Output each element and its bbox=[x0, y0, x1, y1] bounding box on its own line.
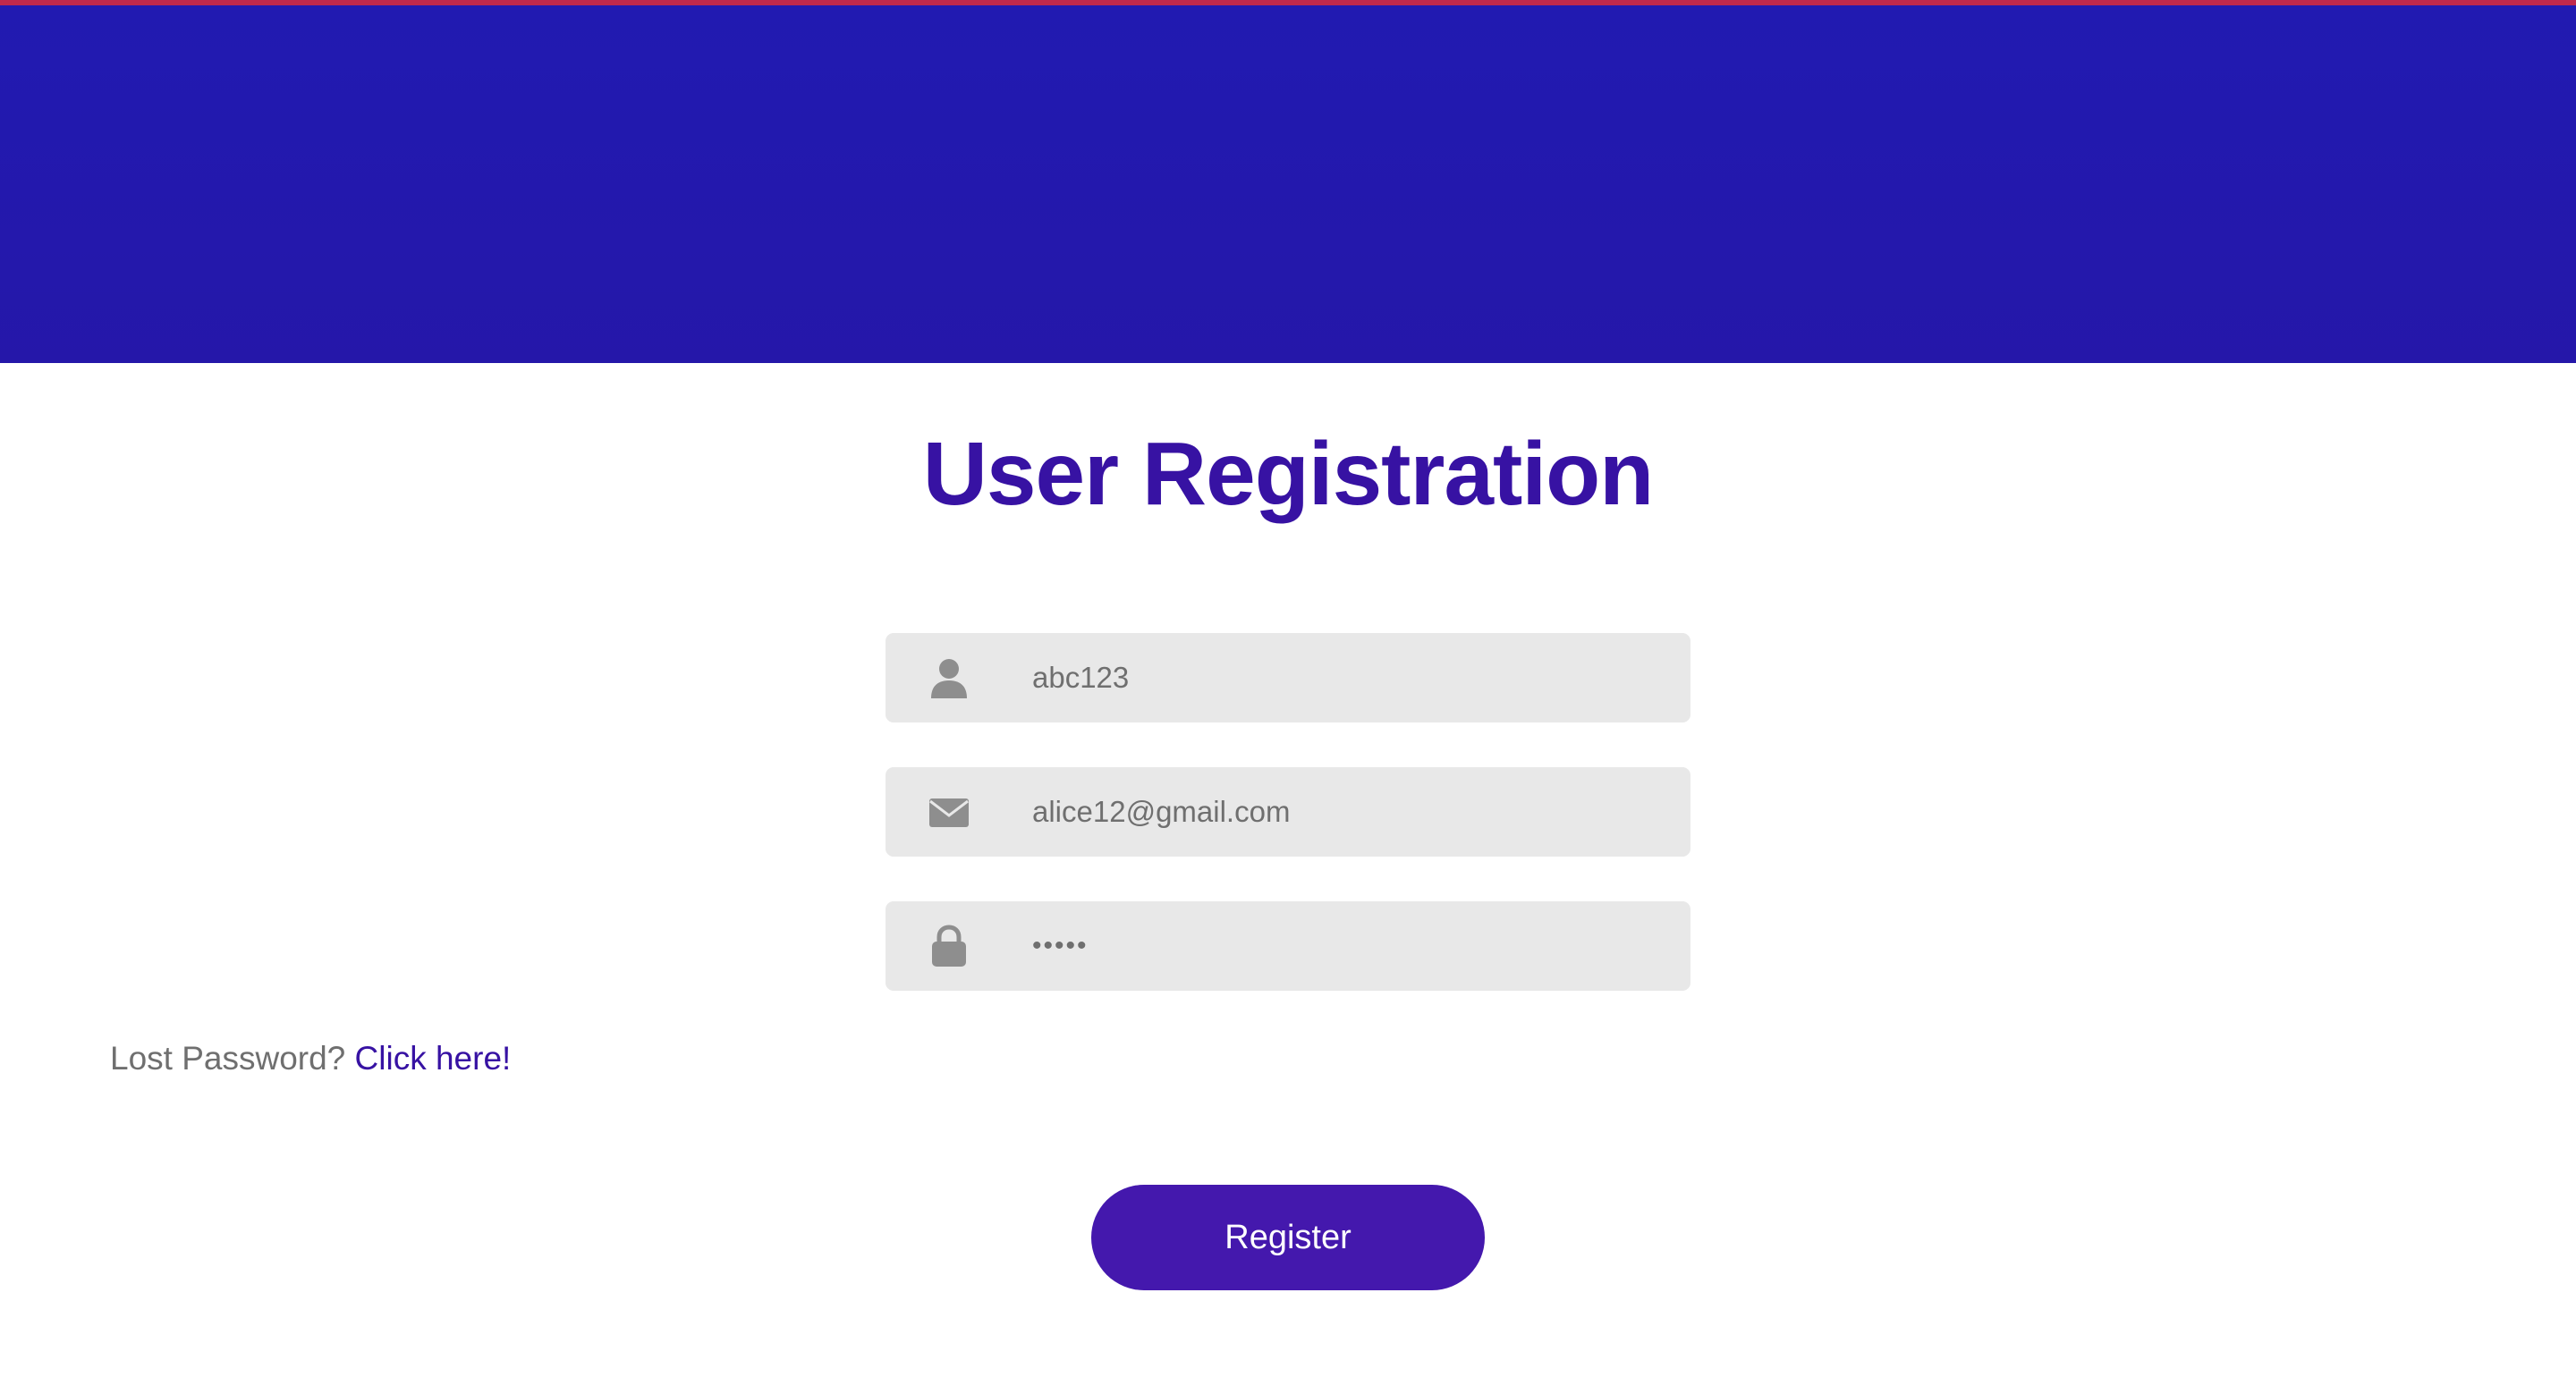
registration-page: User Registration Lost Password? bbox=[0, 0, 2576, 1394]
email-field bbox=[886, 767, 1690, 857]
lock-icon bbox=[932, 925, 966, 967]
header-banner bbox=[0, 5, 2576, 363]
user-icon bbox=[931, 659, 967, 698]
email-input[interactable] bbox=[1032, 767, 1658, 857]
password-input[interactable] bbox=[1032, 901, 1658, 991]
lost-password-prompt: Lost Password? bbox=[110, 1040, 346, 1077]
lost-password-link[interactable]: Click here! bbox=[355, 1040, 512, 1077]
username-input[interactable] bbox=[1032, 633, 1658, 722]
username-field bbox=[886, 633, 1690, 722]
envelope-icon bbox=[929, 798, 969, 827]
lost-password-text: Lost Password? Click here! bbox=[110, 1037, 511, 1080]
register-button[interactable]: Register bbox=[1091, 1185, 1485, 1290]
page-title: User Registration bbox=[922, 424, 1655, 524]
password-field bbox=[886, 901, 1690, 991]
